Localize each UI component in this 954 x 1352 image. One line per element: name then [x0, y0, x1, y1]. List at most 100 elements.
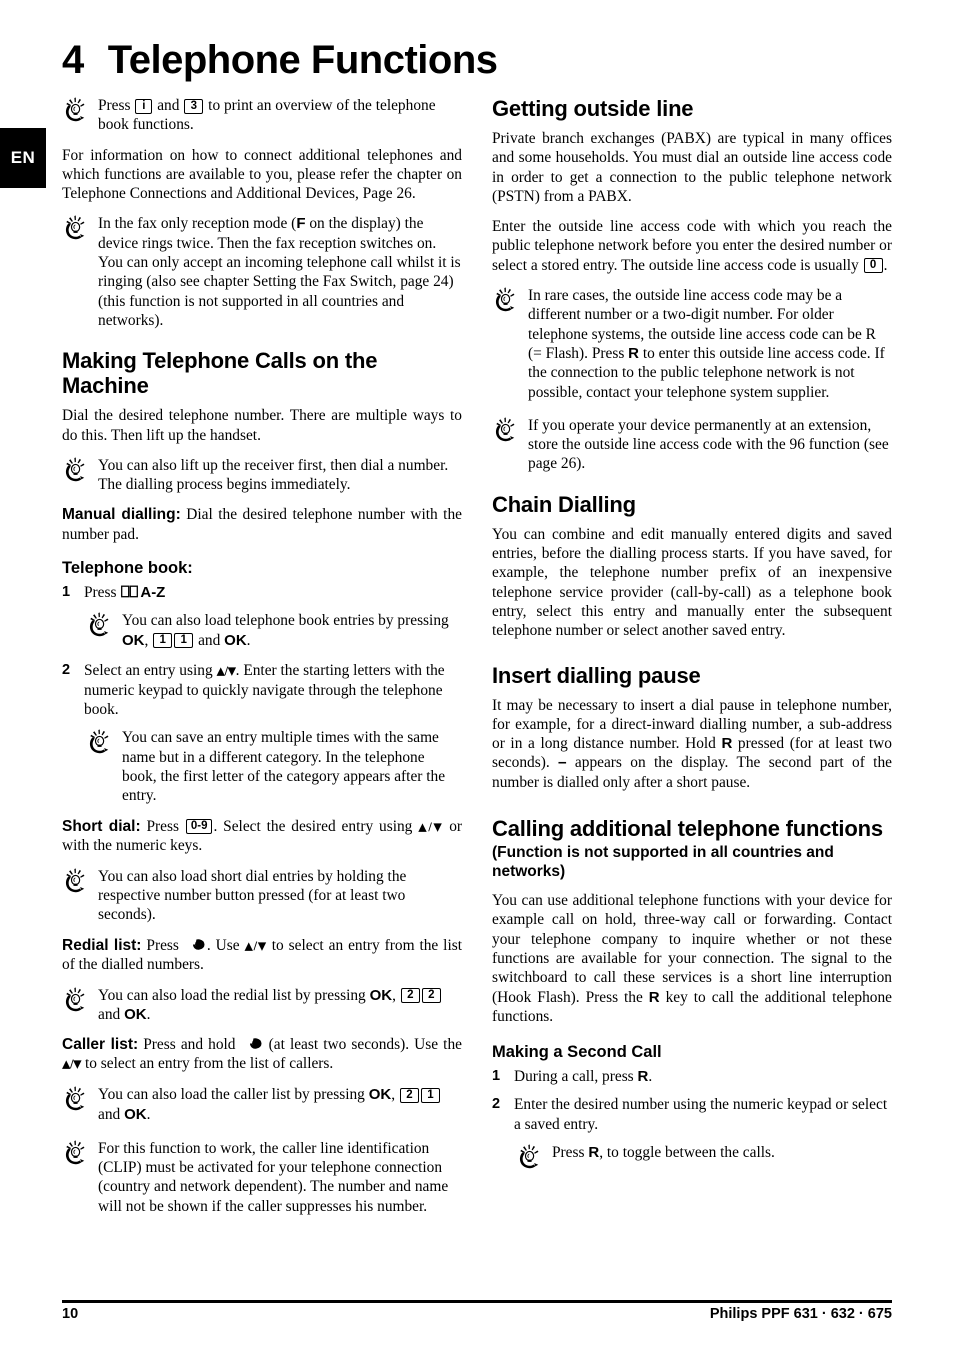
- step-during-call-press-r: 1 During a call, press R.: [492, 1067, 892, 1086]
- key-r-label: R: [628, 344, 640, 362]
- tip-pre: You can also load telephone book entries…: [122, 612, 449, 630]
- hand-lightbulb-hint-icon: [62, 868, 92, 894]
- tip-pre: You can also load the redial list by pre…: [98, 986, 366, 1004]
- paragraph-enter-access-code: Enter the outside line access code with …: [492, 217, 892, 275]
- key-r-label: R: [721, 735, 733, 753]
- tip-text: If you operate your device permanently a…: [528, 416, 889, 473]
- heading-insert-dialling-pause: Insert dialling pause: [492, 662, 701, 688]
- step-number: 1: [62, 584, 71, 601]
- tip-pre: Press: [98, 97, 131, 114]
- step-number: 2: [62, 661, 71, 678]
- hand-lightbulb-hint-icon: [516, 1144, 546, 1170]
- tip-post: , to toggle between the calls.: [599, 1143, 775, 1161]
- step-number: 2: [492, 1096, 501, 1113]
- footer-product-name: Philips PPF 631 · 632 · 675: [709, 1306, 892, 1322]
- step-pre: Press: [84, 584, 117, 602]
- paragraph-chain-dialling: You can combine and edit manually entere…: [492, 525, 892, 640]
- tip-rare-cases-access-code: In rare cases, the outside line access c…: [492, 286, 892, 402]
- pause-dash-symbol: –: [558, 754, 567, 772]
- tip-period: .: [246, 631, 251, 649]
- caller-pre: Press and hold: [138, 1036, 236, 1054]
- key-r-label: R: [588, 1143, 600, 1161]
- up-down-arrows-icon: ▲/▼: [244, 939, 267, 952]
- step-text: Enter the desired number using the numer…: [514, 1096, 888, 1133]
- short-dial-label: Short dial:: [62, 817, 141, 835]
- open-book-icon: [121, 584, 138, 597]
- ok-key-label-2: OK: [224, 631, 247, 649]
- step-post: .: [648, 1068, 653, 1086]
- language-tab: EN: [0, 128, 46, 188]
- heading-chain-dialling: Chain Dialling: [492, 491, 636, 517]
- tip-mid: and: [198, 631, 221, 649]
- step-pre: Select an entry using: [84, 661, 213, 679]
- key-1: 1: [420, 1087, 440, 1103]
- step-text: During a call, press R.: [514, 1068, 652, 1085]
- left-column: Press i and 3 to print an overview of th…: [62, 96, 462, 1227]
- page-footer: 10 Philips PPF 631 · 632 · 675: [62, 1306, 892, 1322]
- key-0-9: 0-9: [185, 819, 213, 835]
- key-3: 3: [184, 98, 204, 114]
- tip-text: In rare cases, the outside line access c…: [528, 287, 885, 400]
- tip-comma: ,: [392, 986, 396, 1004]
- tip-comma: ,: [144, 631, 149, 649]
- tip-text: Press R, to toggle between the calls.: [552, 1144, 775, 1161]
- redial-circle-icon: [185, 937, 206, 950]
- tip-text: In the fax only reception mode (F on the…: [98, 215, 461, 328]
- heading-making-second-call: Making a Second Call: [492, 1043, 662, 1062]
- page-title: 4 Telephone Functions: [62, 38, 498, 83]
- heading-telephone-book: Telephone book:: [62, 559, 193, 578]
- chapter-number: 4: [62, 38, 84, 82]
- redial-list-label: Redial list:: [62, 936, 142, 954]
- step-press-phonebook: 1 Press A-Z: [62, 583, 462, 602]
- up-down-arrows-icon: ▲/▼: [418, 820, 444, 834]
- hand-lightbulb-hint-icon: [62, 215, 92, 241]
- tip-load-phonebook-entries: You can also load telephone book entries…: [86, 611, 462, 650]
- right-column: Getting outside line Private branch exch…: [492, 96, 892, 1184]
- paragraph-insert-pause: It may be necessary to insert a dial pau…: [492, 696, 892, 792]
- heading-calling-additional-functions: Calling additional telephone functions: [492, 816, 883, 842]
- paragraph-pabx: Private branch exchanges (PABX) are typi…: [492, 130, 892, 205]
- manual-page: EN 4 Telephone Functions Press i and 3 to…: [0, 0, 954, 1352]
- up-down-arrows-icon: ▲/▼: [216, 664, 237, 678]
- tip-period: .: [146, 1105, 151, 1123]
- ok-key-label: OK: [369, 986, 393, 1004]
- hand-lightbulb-hint-icon: [86, 729, 116, 755]
- ok-key-label-2: OK: [124, 1005, 147, 1023]
- key-0: 0: [863, 258, 883, 274]
- step-pre: During a call, press: [514, 1068, 638, 1086]
- key-r-label: R: [637, 1068, 649, 1086]
- footer-divider: [62, 1300, 892, 1303]
- step-select-entry: 2 Select an entry using ▲/▼. Enter the s…: [62, 661, 462, 719]
- heading-making-telephone-calls: Making Telephone Calls on the Machine: [62, 348, 378, 399]
- redial-pre: Press: [141, 936, 179, 954]
- footer-page-number: 10: [62, 1306, 79, 1322]
- key-2-first: 2: [400, 988, 420, 1004]
- hand-lightbulb-hint-icon: [492, 287, 522, 313]
- heading-getting-outside-line: Getting outside line: [492, 96, 694, 121]
- tip-load-redial-list: You can also load the redial list by pre…: [62, 986, 462, 1025]
- tip-pre: You can also load the caller list by pre…: [98, 1086, 365, 1104]
- up-down-arrows-icon: ▲/▼: [62, 1057, 82, 1071]
- tip-mid: and: [98, 1105, 121, 1123]
- step-number: 1: [492, 1068, 501, 1085]
- tip-load-caller-list: You can also load the caller list by pre…: [62, 1085, 462, 1124]
- tip-toggle-between-calls: Press R, to toggle between the calls.: [516, 1143, 892, 1173]
- tip-fax-only-mode: In the fax only reception mode (F on the…: [62, 214, 462, 330]
- hand-lightbulb-hint-icon: [62, 1086, 92, 1112]
- hand-lightbulb-hint-icon: [62, 97, 92, 123]
- subheading-not-supported-note: (Function is not supported in all countr…: [492, 844, 834, 881]
- ok-key-label: OK: [368, 1086, 392, 1104]
- short-dial-pre: Press: [140, 817, 179, 835]
- step-text: Select an entry using ▲/▼. Enter the sta…: [84, 662, 445, 718]
- hand-lightbulb-hint-icon: [62, 1140, 92, 1166]
- enter-code-post: .: [883, 256, 888, 274]
- manual-dialling-label: Manual dialling:: [62, 506, 181, 524]
- paragraph-additional-functions: You can use additional telephone functio…: [492, 891, 892, 1026]
- tip-text: You can also load short dial entries by …: [98, 867, 407, 924]
- tip-comma: ,: [391, 1086, 396, 1104]
- redial-circle-icon: [242, 1036, 263, 1049]
- tip-text: You can also load telephone book entries…: [122, 612, 449, 648]
- paragraph-connect-phones: For information on how to connect additi…: [62, 146, 462, 203]
- tip-permanent-extension: If you operate your device permanently a…: [492, 416, 892, 474]
- tip-text: You can also load the caller list by pre…: [98, 1086, 441, 1123]
